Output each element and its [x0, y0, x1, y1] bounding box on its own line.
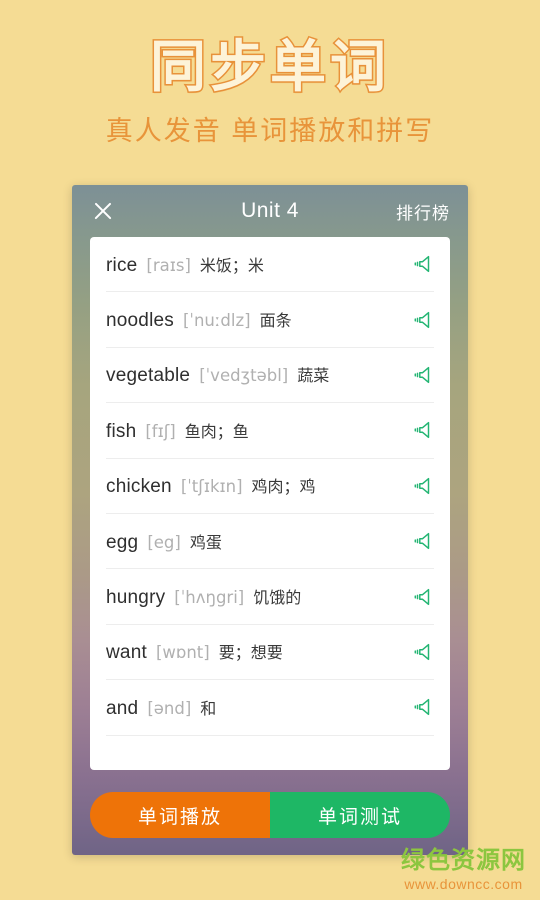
phonetic-text: [wɒnt] [155, 643, 210, 663]
word-list-card: rice [raɪs] 米饭；米 noodles [ˈnuːdlz] 面条 ve… [90, 237, 450, 770]
list-item[interactable]: fish [fɪʃ] 鱼肉；鱼 [106, 403, 434, 459]
speaker-icon[interactable] [412, 364, 434, 386]
speaker-icon[interactable] [412, 253, 434, 275]
word-text: want [106, 642, 147, 664]
phonetic-text: [ˈvedʒtəbl] [199, 366, 289, 386]
speaker-icon[interactable] [412, 419, 434, 441]
promo-title: 同步单词 [149, 35, 390, 98]
leaderboard-link[interactable]: 排行榜 [396, 199, 450, 224]
word-entry: vegetable [ˈvedʒtəbl] 蔬菜 [106, 362, 412, 387]
app-panel: Unit 4 排行榜 rice [raɪs] 米饭；米 noodles [ˈnu… [72, 185, 468, 855]
close-icon[interactable] [90, 198, 116, 224]
phonetic-text: [raɪs] [146, 255, 191, 275]
meaning-text: 鸡肉；鸡 [251, 479, 316, 497]
word-entry: chicken [ˈtʃɪkɪn] 鸡肉；鸡 [106, 473, 412, 498]
list-item[interactable]: and [ənd] 和 [106, 680, 434, 736]
list-item[interactable]: hungry [ˈhʌŋgri] 饥饿的 [106, 569, 434, 625]
phonetic-text: [ˈhʌŋgri] [174, 588, 245, 608]
speaker-icon[interactable] [412, 309, 434, 331]
watermark-site-name: 绿色资源网 [401, 847, 526, 875]
speaker-icon[interactable] [412, 696, 434, 718]
word-text: vegetable [106, 365, 191, 387]
phonetic-text: [eg] [147, 532, 181, 552]
promo-banner: 同步单词 真人发音 单词播放和拼写 [0, 0, 540, 185]
phonetic-text: [fɪʃ] [145, 421, 176, 441]
speaker-icon[interactable] [412, 641, 434, 663]
word-text: hungry [106, 587, 166, 609]
list-item[interactable]: want [wɒnt] 要；想要 [106, 625, 434, 681]
speaker-icon[interactable] [412, 586, 434, 608]
meaning-text: 鱼肉；鱼 [184, 423, 249, 441]
word-text: chicken [106, 476, 172, 498]
test-words-button[interactable]: 单词测试 [270, 792, 450, 838]
promo-subtitle: 真人发音 单词播放和拼写 [105, 115, 435, 146]
word-text: rice [106, 254, 138, 276]
word-text: noodles [106, 310, 174, 332]
word-entry: fish [fɪʃ] 鱼肉；鱼 [106, 418, 412, 443]
list-item[interactable]: egg [eg] 鸡蛋 [106, 514, 434, 570]
word-entry: want [wɒnt] 要；想要 [106, 639, 412, 664]
meaning-text: 面条 [259, 313, 292, 331]
list-item[interactable]: rice [raɪs] 米饭；米 [106, 237, 434, 293]
word-entry: hungry [ˈhʌŋgri] 饥饿的 [106, 584, 412, 609]
phonetic-text: [ənd] [147, 698, 192, 718]
word-entry: egg [eg] 鸡蛋 [106, 529, 412, 554]
word-text: fish [106, 420, 137, 442]
meaning-text: 要；想要 [218, 645, 283, 663]
word-entry: and [ənd] 和 [106, 695, 412, 720]
meaning-text: 鸡蛋 [189, 534, 222, 552]
meaning-text: 米饭；米 [199, 257, 264, 275]
phonetic-text: [ˈnuːdlz] [182, 311, 251, 331]
list-item[interactable]: noodles [ˈnuːdlz] 面条 [106, 292, 434, 348]
action-bar: 单词播放 单词测试 [90, 792, 450, 838]
phonetic-text: [ˈtʃɪkɪn] [180, 477, 243, 497]
speaker-icon[interactable] [412, 475, 434, 497]
meaning-text: 蔬菜 [297, 368, 330, 386]
watermark: 绿色资源网 www.downcc.com [401, 847, 526, 892]
word-text: and [106, 697, 139, 719]
play-words-button[interactable]: 单词播放 [90, 792, 270, 838]
word-entry: noodles [ˈnuːdlz] 面条 [106, 307, 412, 332]
word-entry: rice [raɪs] 米饭；米 [106, 252, 412, 277]
speaker-icon[interactable] [412, 530, 434, 552]
list-item[interactable]: chicken [ˈtʃɪkɪn] 鸡肉；鸡 [106, 459, 434, 514]
panel-header: Unit 4 排行榜 [72, 185, 468, 237]
word-text: egg [106, 531, 139, 553]
watermark-url: www.downcc.com [404, 875, 523, 892]
meaning-text: 饥饿的 [253, 590, 302, 608]
meaning-text: 和 [200, 700, 217, 718]
list-item[interactable]: vegetable [ˈvedʒtəbl] 蔬菜 [106, 348, 434, 404]
